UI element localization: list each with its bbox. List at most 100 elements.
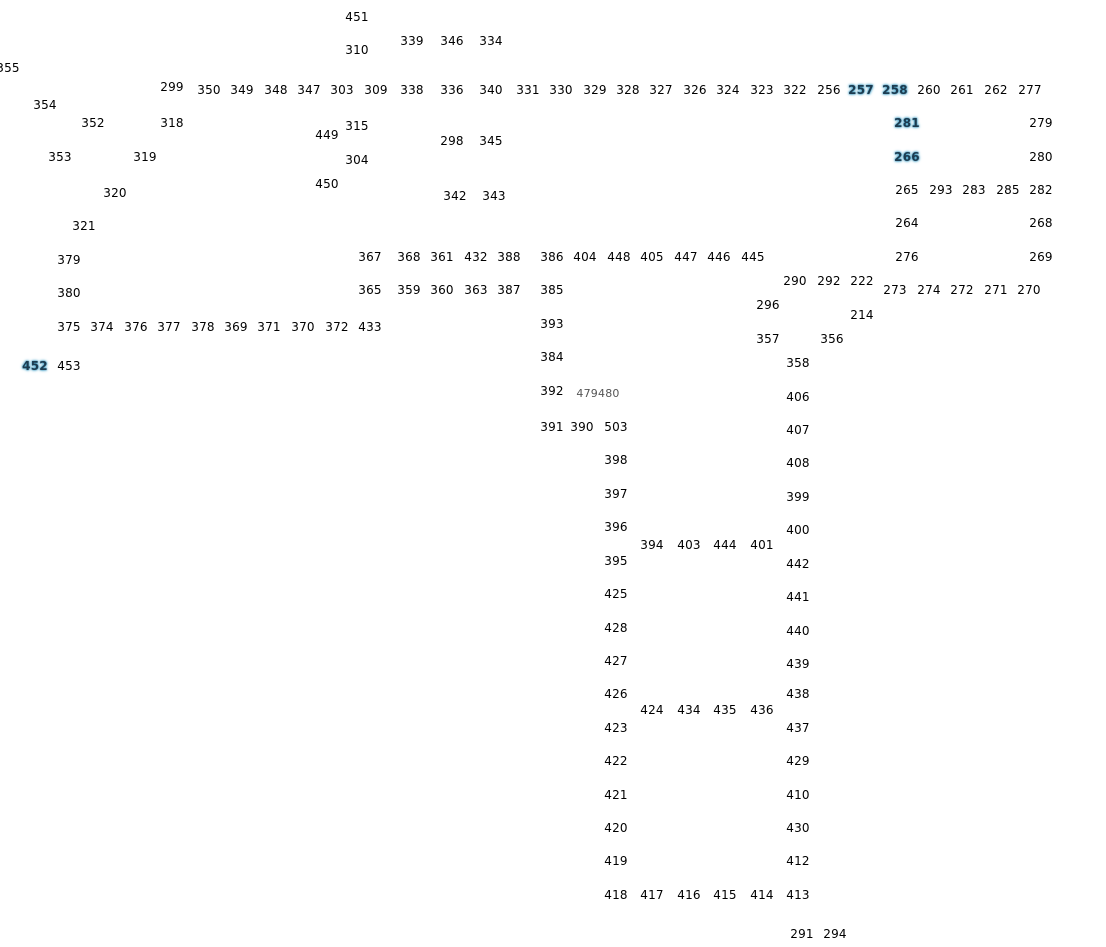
node-label-261: 261 xyxy=(950,83,974,97)
node-label-413: 413 xyxy=(786,888,810,902)
node-label-450: 450 xyxy=(315,177,339,191)
node-label-442: 442 xyxy=(786,557,810,571)
node-label-434: 434 xyxy=(677,703,701,717)
node-label-328: 328 xyxy=(616,83,640,97)
node-diagram: 451 310 339 346 334 355 354 299 350 349 348 347 303 3… xyxy=(0,0,1106,947)
node-label-258: 258 xyxy=(882,83,908,97)
node-label-429: 429 xyxy=(786,754,810,768)
node-label-298: 298 xyxy=(440,134,464,148)
node-label-270: 270 xyxy=(1017,283,1041,297)
node-label-357: 357 xyxy=(756,332,780,346)
node-label-414: 414 xyxy=(750,888,774,902)
node-label-303: 303 xyxy=(330,83,354,97)
node-label-386: 386 xyxy=(540,250,564,264)
node-label-433: 433 xyxy=(358,320,382,334)
node-label-392: 392 xyxy=(540,384,564,398)
node-label-293: 293 xyxy=(929,183,953,197)
node-label-353: 353 xyxy=(48,150,72,164)
node-label-448: 448 xyxy=(607,250,631,264)
node-label-264: 264 xyxy=(895,216,919,230)
node-label-268: 268 xyxy=(1029,216,1053,230)
node-label-447: 447 xyxy=(674,250,698,264)
node-label-339: 339 xyxy=(400,34,424,48)
node-label-296: 296 xyxy=(756,298,780,312)
node-label-425: 425 xyxy=(604,587,628,601)
node-label-417: 417 xyxy=(640,888,664,902)
node-label-440: 440 xyxy=(786,624,810,638)
node-label-283: 283 xyxy=(962,183,986,197)
node-label-359: 359 xyxy=(397,283,421,297)
node-label-432: 432 xyxy=(464,250,488,264)
node-label-395: 395 xyxy=(604,554,628,568)
node-label-331: 331 xyxy=(516,83,540,97)
node-label-368: 368 xyxy=(397,250,421,264)
node-label-262: 262 xyxy=(984,83,1008,97)
node-label-347: 347 xyxy=(297,83,321,97)
node-label-350: 350 xyxy=(197,83,221,97)
node-label-277: 277 xyxy=(1018,83,1042,97)
node-label-348: 348 xyxy=(264,83,288,97)
node-label-369: 369 xyxy=(224,320,248,334)
node-label-324: 324 xyxy=(716,83,740,97)
node-label-291: 291 xyxy=(790,927,814,941)
node-label-345: 345 xyxy=(479,134,503,148)
node-label-446: 446 xyxy=(707,250,731,264)
node-label-422: 422 xyxy=(604,754,628,768)
node-label-377: 377 xyxy=(157,320,181,334)
node-label-360: 360 xyxy=(430,283,454,297)
node-label-256: 256 xyxy=(817,83,841,97)
node-label-449: 449 xyxy=(315,128,339,142)
node-label-323: 323 xyxy=(750,83,774,97)
node-label-214: 214 xyxy=(850,308,874,322)
node-label-444: 444 xyxy=(713,538,737,552)
node-label-437: 437 xyxy=(786,721,810,735)
node-label-427: 427 xyxy=(604,654,628,668)
node-label-279: 279 xyxy=(1029,116,1053,130)
node-label-370: 370 xyxy=(291,320,315,334)
node-label-315: 315 xyxy=(345,119,369,133)
node-label-416: 416 xyxy=(677,888,701,902)
node-label-407: 407 xyxy=(786,423,810,437)
node-label-441: 441 xyxy=(786,590,810,604)
node-label-453: 453 xyxy=(57,359,81,373)
node-label-419: 419 xyxy=(604,854,628,868)
node-label-326: 326 xyxy=(683,83,707,97)
node-label-356: 356 xyxy=(820,332,844,346)
node-label-273: 273 xyxy=(883,283,907,297)
node-label-349: 349 xyxy=(230,83,254,97)
node-label-340: 340 xyxy=(479,83,503,97)
node-label-292: 292 xyxy=(817,274,841,288)
node-label-503: 503 xyxy=(604,420,628,434)
node-label-415: 415 xyxy=(713,888,737,902)
node-label-367: 367 xyxy=(358,250,382,264)
node-label-266: 266 xyxy=(894,150,920,164)
node-label-290: 290 xyxy=(783,274,807,288)
node-label-354: 354 xyxy=(33,98,57,112)
node-label-329: 329 xyxy=(583,83,607,97)
node-label-394: 394 xyxy=(640,538,664,552)
node-label-380: 380 xyxy=(57,286,81,300)
node-label-355: 355 xyxy=(0,61,20,75)
node-label-405: 405 xyxy=(640,250,664,264)
node-label-420: 420 xyxy=(604,821,628,835)
node-label-374: 374 xyxy=(90,320,114,334)
node-label-396: 396 xyxy=(604,520,628,534)
node-label-451: 451 xyxy=(345,10,369,24)
node-label-363: 363 xyxy=(464,283,488,297)
node-label-276: 276 xyxy=(895,250,919,264)
node-label-299: 299 xyxy=(160,80,184,94)
node-label-385: 385 xyxy=(540,283,564,297)
node-label-342: 342 xyxy=(443,189,467,203)
node-label-390: 390 xyxy=(570,420,594,434)
node-label-479480: 479480 xyxy=(576,387,620,400)
node-label-418: 418 xyxy=(604,888,628,902)
node-label-379: 379 xyxy=(57,253,81,267)
node-label-436: 436 xyxy=(750,703,774,717)
node-label-378: 378 xyxy=(191,320,215,334)
node-label-271: 271 xyxy=(984,283,1008,297)
node-label-318: 318 xyxy=(160,116,184,130)
node-label-310: 310 xyxy=(345,43,369,57)
node-label-375: 375 xyxy=(57,320,81,334)
node-label-352: 352 xyxy=(81,116,105,130)
node-label-406: 406 xyxy=(786,390,810,404)
